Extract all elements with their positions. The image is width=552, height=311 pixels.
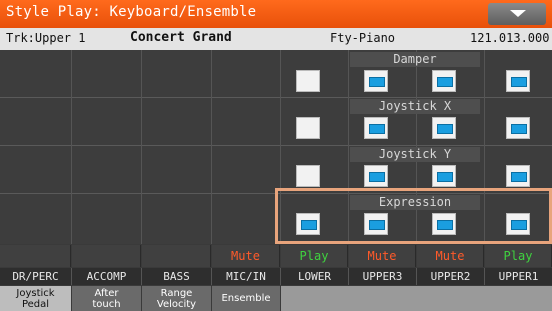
tab-label-line1: After <box>94 288 119 299</box>
row-label-damper: Damper <box>350 52 480 67</box>
checkbox-joystick-y-upper3[interactable] <box>364 165 388 187</box>
mute-play-button-upper3[interactable]: Mute <box>349 245 416 267</box>
expression-row-highlight <box>275 188 552 244</box>
mute-play-button-upper1[interactable]: Play <box>485 245 552 267</box>
track-name-lower: LOWER <box>281 268 349 285</box>
checkbox-joystick-y-upper2[interactable] <box>432 165 456 187</box>
tab-range-velocity[interactable]: Range Velocity <box>142 286 212 311</box>
tab-label-line2: Velocity <box>156 299 197 310</box>
checkbox-joystick-x-upper1[interactable] <box>506 117 530 139</box>
tab-joystick-pedal[interactable]: Joystick Pedal <box>0 286 72 311</box>
row-divider <box>0 97 552 98</box>
tab-label-line1: Range <box>160 288 193 299</box>
style-play-screen: Style Play: Keyboard/Ensemble Trk:Upper … <box>0 0 552 311</box>
row-label-joystick-y: Joystick Y <box>350 147 480 162</box>
mute-play-button-upper2[interactable]: Mute <box>417 245 484 267</box>
checkbox-joystick-y-lower[interactable] <box>296 165 320 187</box>
track-name-drperc: DR/PERC <box>0 268 72 285</box>
tab-label-line1: Ensemble <box>221 293 271 304</box>
track-name-upper2: UPPER2 <box>417 268 485 285</box>
track-name-accomp: ACCOMP <box>72 268 142 285</box>
track-names-row: DR/PERC ACCOMP BASS MIC/IN LOWER UPPER3 … <box>0 268 552 285</box>
chevron-down-icon <box>510 10 526 17</box>
checkbox-joystick-x-lower[interactable] <box>296 117 320 139</box>
row-divider <box>0 145 552 146</box>
tab-label-line1: Joystick <box>16 288 55 299</box>
mute-play-row: Mute Play Mute Mute Play <box>0 245 552 267</box>
controller-grid: Damper Joystick X Joystick Y Expression <box>0 50 552 244</box>
checkbox-damper-upper3[interactable] <box>364 70 388 92</box>
mute-play-button-bass[interactable] <box>142 245 211 267</box>
checkbox-joystick-x-upper2[interactable] <box>432 117 456 139</box>
tab-aftertouch[interactable]: After touch <box>72 286 142 311</box>
mute-play-button-lower[interactable]: Play <box>281 245 348 267</box>
page-title: Style Play: Keyboard/Ensemble <box>6 4 257 20</box>
sound-bank-number: 121.013.000 <box>470 31 550 45</box>
column-divider <box>71 50 72 244</box>
sound-category: Fty-Piano <box>330 31 396 45</box>
title-bar: Style Play: Keyboard/Ensemble <box>0 0 552 28</box>
row-label-joystick-x: Joystick X <box>350 99 480 114</box>
mute-play-button-micin[interactable]: Mute <box>212 245 280 267</box>
checkbox-joystick-x-upper3[interactable] <box>364 117 388 139</box>
track-name-micin: MIC/IN <box>212 268 281 285</box>
track-name-bass: BASS <box>142 268 212 285</box>
track-name-upper3: UPPER3 <box>349 268 417 285</box>
track-label: Trk:Upper 1 <box>6 31 86 45</box>
column-divider <box>211 50 212 244</box>
page-menu-button[interactable] <box>488 3 546 25</box>
mute-play-button-accomp[interactable] <box>72 245 141 267</box>
sound-name[interactable]: Concert Grand <box>130 30 232 45</box>
column-divider <box>141 50 142 244</box>
tab-ensemble[interactable]: Ensemble <box>212 286 281 311</box>
checkbox-damper-lower[interactable] <box>296 70 320 92</box>
checkbox-damper-upper1[interactable] <box>506 70 530 92</box>
checkbox-damper-upper2[interactable] <box>432 70 456 92</box>
tab-label-line2: Pedal <box>21 299 50 310</box>
checkbox-joystick-y-upper1[interactable] <box>506 165 530 187</box>
track-info-bar[interactable]: Trk:Upper 1 Concert Grand Fty-Piano 121.… <box>0 28 552 50</box>
mute-play-button-drperc[interactable] <box>0 245 71 267</box>
tab-bar: Joystick Pedal After touch Range Velocit… <box>0 286 552 311</box>
track-name-upper1: UPPER1 <box>498 270 539 283</box>
tab-label-line2: touch <box>92 299 121 310</box>
